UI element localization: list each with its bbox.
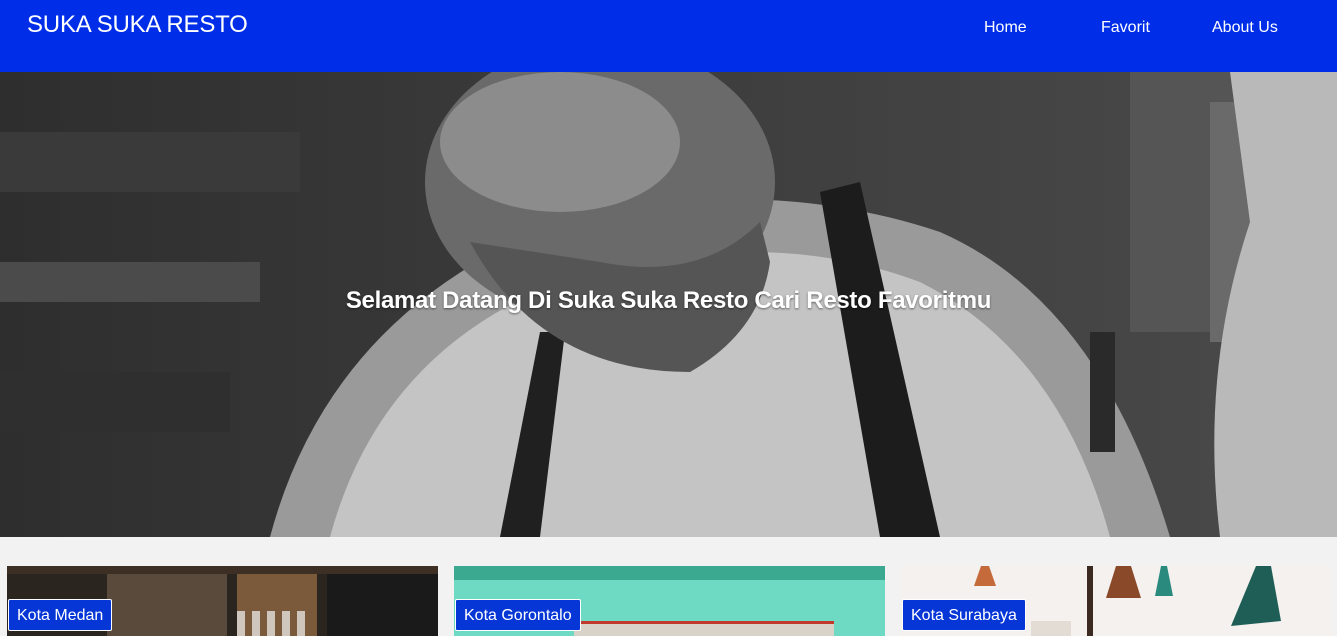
restaurant-card[interactable]: Kota Gorontalo bbox=[454, 566, 885, 636]
hero-banner: Selamat Datang Di Suka Suka Resto Cari R… bbox=[0, 72, 1337, 537]
nav-link-about-us[interactable]: About Us bbox=[1212, 19, 1278, 37]
nav-link-home[interactable]: Home bbox=[984, 19, 1027, 37]
hero-title: Selamat Datang Di Suka Suka Resto Cari R… bbox=[345, 287, 992, 314]
city-badge: Kota Medan bbox=[8, 599, 113, 631]
restaurant-card[interactable]: Kota Surabaya bbox=[901, 566, 1332, 636]
site-brand[interactable]: SUKA SUKA RESTO bbox=[27, 11, 248, 39]
restaurant-list: Kota Medan Kota Gorontalo Kota Surabaya bbox=[0, 537, 1337, 636]
city-badge: Kota Surabaya bbox=[902, 599, 1026, 631]
city-badge: Kota Gorontalo bbox=[455, 599, 581, 631]
nav-link-favorit[interactable]: Favorit bbox=[1101, 19, 1150, 37]
navbar: SUKA SUKA RESTO Home Favorit About Us bbox=[0, 0, 1337, 72]
restaurant-card[interactable]: Kota Medan bbox=[7, 566, 438, 636]
